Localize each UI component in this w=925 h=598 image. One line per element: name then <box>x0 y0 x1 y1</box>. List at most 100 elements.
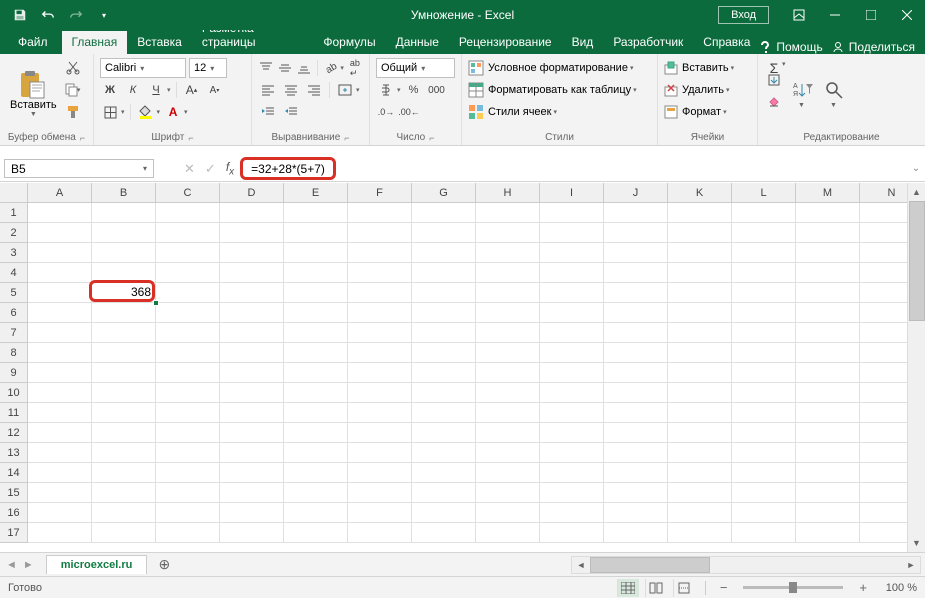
tab-data[interactable]: Данные <box>386 31 449 54</box>
cell[interactable] <box>412 463 476 483</box>
cell[interactable] <box>284 203 348 223</box>
cell[interactable] <box>604 303 668 323</box>
cell[interactable] <box>156 403 220 423</box>
cell[interactable] <box>668 243 732 263</box>
cell[interactable] <box>860 243 907 263</box>
cell[interactable] <box>348 503 412 523</box>
cell[interactable] <box>540 283 604 303</box>
tab-insert[interactable]: Вставка <box>127 31 192 54</box>
cell[interactable] <box>284 443 348 463</box>
align-top-icon[interactable] <box>258 58 274 78</box>
zoom-out-icon[interactable]: − <box>716 580 732 595</box>
cell[interactable] <box>156 523 220 543</box>
page-break-view-icon[interactable] <box>673 579 695 597</box>
cell[interactable] <box>348 463 412 483</box>
cell[interactable] <box>732 443 796 463</box>
row-header[interactable]: 9 <box>0 363 27 383</box>
vscroll-thumb[interactable] <box>909 201 925 321</box>
cell[interactable] <box>284 403 348 423</box>
cell[interactable] <box>220 203 284 223</box>
row-header[interactable]: 4 <box>0 263 27 283</box>
cell[interactable] <box>860 423 907 443</box>
column-header[interactable]: C <box>156 183 220 202</box>
cell[interactable] <box>92 523 156 543</box>
cell[interactable] <box>604 463 668 483</box>
column-header[interactable]: I <box>540 183 604 202</box>
row-header[interactable]: 8 <box>0 343 27 363</box>
cell[interactable] <box>732 303 796 323</box>
tab-review[interactable]: Рецензирование <box>449 31 562 54</box>
cell[interactable] <box>476 343 540 363</box>
cell[interactable] <box>476 323 540 343</box>
cell[interactable] <box>860 443 907 463</box>
cell[interactable] <box>796 243 860 263</box>
scroll-up-icon[interactable]: ▲ <box>908 183 925 201</box>
cell[interactable] <box>92 403 156 423</box>
align-middle-icon[interactable] <box>277 58 293 78</box>
cell[interactable] <box>540 243 604 263</box>
column-header[interactable]: K <box>668 183 732 202</box>
copy-icon[interactable]: ▾ <box>63 80 83 100</box>
cell[interactable] <box>412 283 476 303</box>
cell[interactable] <box>92 203 156 223</box>
cell[interactable] <box>476 303 540 323</box>
cell[interactable] <box>92 383 156 403</box>
row-header[interactable]: 14 <box>0 463 27 483</box>
cell[interactable] <box>796 283 860 303</box>
cell[interactable] <box>28 443 92 463</box>
cancel-formula-icon[interactable]: ✕ <box>184 161 195 177</box>
cell[interactable] <box>348 403 412 423</box>
cell[interactable] <box>156 503 220 523</box>
cell[interactable] <box>220 283 284 303</box>
cell[interactable] <box>476 443 540 463</box>
cell[interactable] <box>348 423 412 443</box>
cell[interactable] <box>860 343 907 363</box>
cell[interactable] <box>284 263 348 283</box>
cell[interactable] <box>28 463 92 483</box>
row-header[interactable]: 7 <box>0 323 27 343</box>
hscroll-thumb[interactable] <box>590 557 710 573</box>
row-header[interactable]: 17 <box>0 523 27 543</box>
clear-icon[interactable] <box>764 92 784 112</box>
row-header[interactable]: 5 <box>0 283 27 303</box>
cell[interactable] <box>860 283 907 303</box>
cell[interactable] <box>668 423 732 443</box>
cell[interactable] <box>220 323 284 343</box>
ribbon-options-icon[interactable] <box>781 0 817 30</box>
cell[interactable] <box>156 383 220 403</box>
cell[interactable] <box>732 283 796 303</box>
cell[interactable] <box>796 363 860 383</box>
cell[interactable] <box>28 403 92 423</box>
cell[interactable] <box>348 343 412 363</box>
cell[interactable] <box>476 243 540 263</box>
formula-input[interactable]: =32+28*(5+7) <box>240 156 907 181</box>
row-header[interactable]: 16 <box>0 503 27 523</box>
sheet-nav[interactable]: ◄► <box>0 559 40 571</box>
cell[interactable] <box>92 263 156 283</box>
percent-icon[interactable]: % <box>404 80 424 100</box>
tab-view[interactable]: Вид <box>562 31 604 54</box>
cell[interactable] <box>476 483 540 503</box>
increase-decimal-icon[interactable]: .0→ <box>376 102 396 122</box>
cell[interactable] <box>412 203 476 223</box>
cell[interactable] <box>476 263 540 283</box>
cell[interactable] <box>220 243 284 263</box>
cells-area[interactable]: 368 <box>28 203 907 552</box>
cell[interactable] <box>412 483 476 503</box>
column-header[interactable]: A <box>28 183 92 202</box>
cell[interactable] <box>604 523 668 543</box>
cell[interactable] <box>796 423 860 443</box>
scroll-down-icon[interactable]: ▼ <box>908 534 925 552</box>
cell[interactable] <box>284 523 348 543</box>
cell[interactable] <box>348 323 412 343</box>
cell[interactable] <box>732 523 796 543</box>
cell[interactable] <box>348 523 412 543</box>
cell[interactable] <box>220 503 284 523</box>
cell[interactable] <box>604 243 668 263</box>
cell[interactable] <box>28 483 92 503</box>
cell[interactable] <box>92 243 156 263</box>
cell[interactable] <box>92 503 156 523</box>
cell[interactable] <box>220 463 284 483</box>
cell[interactable] <box>348 483 412 503</box>
cell[interactable] <box>28 243 92 263</box>
